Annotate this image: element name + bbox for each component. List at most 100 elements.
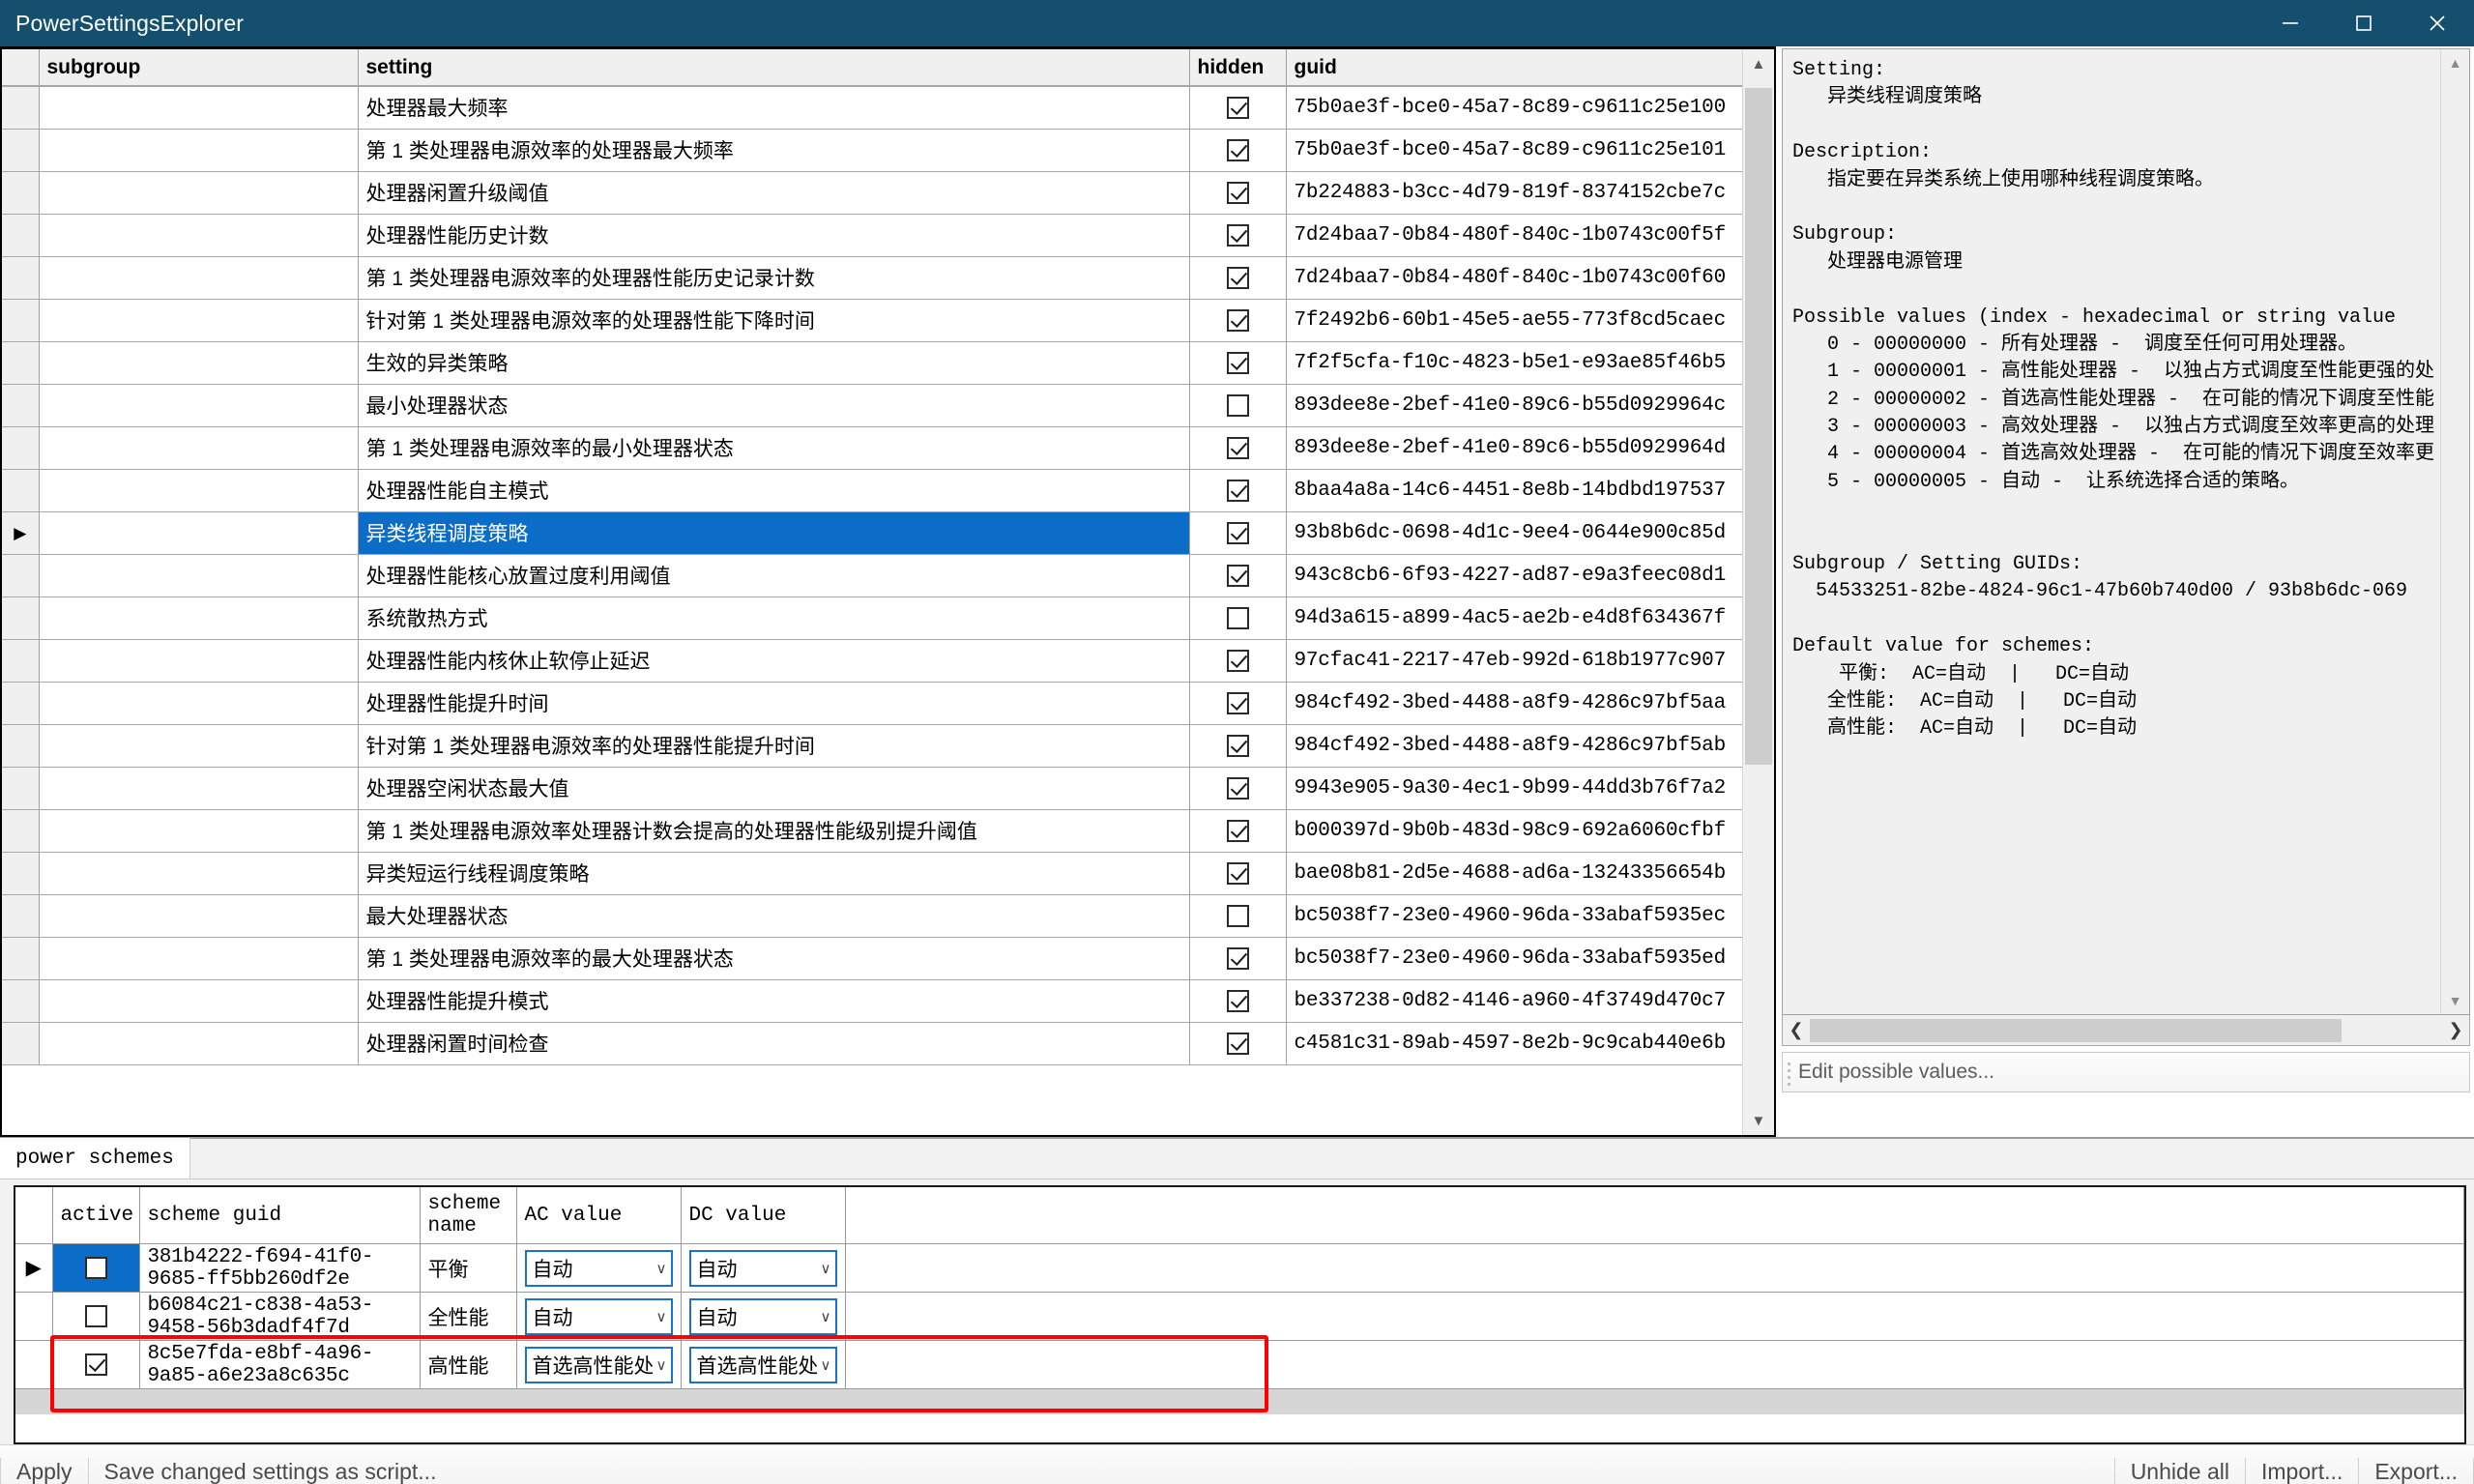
checkbox-checked-icon[interactable] <box>1226 479 1249 502</box>
table-row[interactable]: 第 1 类处理器电源效率的处理器最大频率 75b0ae3f-bce0-45a7-8… <box>2 129 1742 172</box>
cell-subgroup[interactable] <box>39 809 359 853</box>
table-row[interactable]: 第 1 类处理器电源效率处理器计数会提高的处理器性能级别提升阈值 b000397d… <box>2 809 1742 853</box>
table-row[interactable]: 针对第 1 类处理器电源效率的处理器性能提升时间 984cf492-3bed-44… <box>2 724 1742 768</box>
checkbox-checked-icon[interactable] <box>1226 691 1249 714</box>
checkbox-checked-icon[interactable] <box>1226 181 1249 204</box>
cell-hidden[interactable] <box>1189 129 1287 172</box>
cell-hidden[interactable] <box>1189 384 1287 427</box>
cell-hidden[interactable] <box>1189 511 1287 555</box>
row-selector-cell[interactable] <box>2 639 40 683</box>
checkbox-checked-icon[interactable] <box>84 1353 107 1377</box>
row-selector-cell[interactable]: ▶ <box>2 511 40 555</box>
cell-subgroup[interactable] <box>39 426 359 470</box>
row-selector-cell[interactable] <box>2 426 40 470</box>
details-scroll-up-icon[interactable]: ▲ <box>2441 49 2469 76</box>
cell-setting[interactable]: 处理器性能自主模式 <box>358 469 1190 512</box>
cell-setting[interactable]: 第 1 类处理器电源效率的处理器最大频率 <box>358 129 1190 172</box>
cell-hidden[interactable] <box>1189 256 1287 300</box>
cell-hidden[interactable] <box>1189 597 1287 640</box>
ac-value-dropdown[interactable]: 自动 ∨ <box>524 1297 673 1335</box>
scheme-active-cell[interactable] <box>52 1340 140 1389</box>
checkbox-checked-icon[interactable] <box>1226 97 1249 120</box>
scheme-row-selector[interactable]: ▶ <box>15 1243 53 1293</box>
minimize-button[interactable] <box>2254 0 2327 46</box>
row-selector-cell[interactable] <box>2 809 40 853</box>
cell-subgroup[interactable] <box>39 554 359 597</box>
table-row[interactable]: ▶ 异类线程调度策略 93b8b6dc-0698-4d1c-9ee4-0644e90… <box>2 511 1742 555</box>
cell-subgroup[interactable] <box>39 86 359 130</box>
cell-setting[interactable]: 处理器性能提升时间 <box>358 682 1190 725</box>
cell-setting[interactable]: 异类短运行线程调度策略 <box>358 852 1190 895</box>
cell-guid[interactable]: 893dee8e-2bef-41e0-89c6-b55d0929964d <box>1286 426 1742 470</box>
cell-guid[interactable]: 93b8b6dc-0698-4d1c-9ee4-0644e900c85d <box>1286 511 1742 555</box>
table-row[interactable]: 处理器性能内核休止软停止延迟 97cfac41-2217-47eb-992d-61… <box>2 639 1742 683</box>
table-row[interactable]: 处理器性能历史计数 7d24baa7-0b84-480f-840c-1b0743c… <box>2 214 1742 257</box>
table-row[interactable]: 生效的异类策略 7f2f5cfa-f10c-4823-b5e1-e93ae85f4… <box>2 341 1742 385</box>
export-button[interactable]: Export... <box>2359 1459 2473 1484</box>
cell-hidden[interactable] <box>1189 809 1287 853</box>
ac-value-cell[interactable]: 首选高性能处理器∨ <box>516 1340 682 1389</box>
scheme-guid-cell[interactable]: 8c5e7fda-e8bf-4a96-9a85-a6e23a8c635c <box>139 1340 421 1389</box>
cell-hidden[interactable] <box>1189 171 1287 215</box>
cell-hidden[interactable] <box>1189 214 1287 257</box>
checkbox-checked-icon[interactable] <box>1226 308 1249 332</box>
cell-guid[interactable]: b000397d-9b0b-483d-98c9-692a6060cfbf <box>1286 809 1742 853</box>
grid-header-setting[interactable]: setting <box>358 49 1190 87</box>
checkbox-checked-icon[interactable] <box>1226 351 1249 374</box>
cell-hidden[interactable] <box>1189 979 1287 1023</box>
cell-guid[interactable]: be337238-0d82-4146-a960-4f3749d470c7 <box>1286 979 1742 1023</box>
cell-guid[interactable]: 7d24baa7-0b84-480f-840c-1b0743c00f5f <box>1286 214 1742 257</box>
checkbox-checked-icon[interactable] <box>1226 946 1249 970</box>
cell-guid[interactable]: 94d3a615-a899-4ac5-ae2b-e4d8f634367f <box>1286 597 1742 640</box>
table-row[interactable]: 处理器性能提升模式 be337238-0d82-4146-a960-4f3749d… <box>2 979 1742 1023</box>
row-selector-cell[interactable] <box>2 214 40 257</box>
row-selector-cell[interactable] <box>2 384 40 427</box>
cell-setting[interactable]: 系统散热方式 <box>358 597 1190 640</box>
ac-value-cell[interactable]: 自动 ∨ <box>516 1243 682 1293</box>
scheme-row[interactable]: 8c5e7fda-e8bf-4a96-9a85-a6e23a8c635c 高性能首… <box>15 1340 2464 1389</box>
table-row[interactable]: 系统散热方式 94d3a615-a899-4ac5-ae2b-e4d8f63436… <box>2 597 1742 640</box>
checkbox-unchecked-icon[interactable] <box>1226 904 1249 927</box>
cell-hidden[interactable] <box>1189 894 1287 938</box>
cell-setting[interactable]: 处理器性能历史计数 <box>358 214 1190 257</box>
row-selector-cell[interactable] <box>2 129 40 172</box>
cell-hidden[interactable] <box>1189 767 1287 810</box>
apply-button[interactable]: Apply <box>1 1459 88 1484</box>
edit-possible-values-button[interactable]: Edit possible values... <box>1781 1052 2470 1092</box>
cell-setting[interactable]: 第 1 类处理器电源效率的最小处理器状态 <box>358 426 1190 470</box>
grid-header-hidden[interactable]: hidden <box>1189 49 1287 87</box>
cell-guid[interactable]: 75b0ae3f-bce0-45a7-8c89-c9611c25e100 <box>1286 86 1742 130</box>
dc-value-cell[interactable]: 自动 ∨ <box>681 1292 846 1341</box>
details-scroll-down-icon[interactable]: ▼ <box>2441 987 2469 1014</box>
cell-setting[interactable]: 处理器性能内核休止软停止延迟 <box>358 639 1190 683</box>
checkbox-checked-icon[interactable] <box>1226 1032 1249 1055</box>
cell-setting[interactable]: 第 1 类处理器电源效率的处理器性能历史记录计数 <box>358 256 1190 300</box>
cell-hidden[interactable] <box>1189 554 1287 597</box>
cell-hidden[interactable] <box>1189 724 1287 768</box>
cell-guid[interactable]: bc5038f7-23e0-4960-96da-33abaf5935ed <box>1286 937 1742 980</box>
schemes-header-name[interactable]: scheme name <box>420 1187 517 1244</box>
cell-setting[interactable]: 异类线程调度策略 <box>358 511 1190 555</box>
cell-subgroup[interactable] <box>39 724 359 768</box>
cell-subgroup[interactable] <box>39 682 359 725</box>
cell-subgroup[interactable] <box>39 511 359 555</box>
cell-subgroup[interactable] <box>39 937 359 980</box>
cell-subgroup[interactable] <box>39 979 359 1023</box>
cell-guid[interactable]: bc5038f7-23e0-4960-96da-33abaf5935ec <box>1286 894 1742 938</box>
cell-subgroup[interactable] <box>39 384 359 427</box>
row-selector-cell[interactable] <box>2 256 40 300</box>
checkbox-checked-icon[interactable] <box>1226 734 1249 757</box>
cell-guid[interactable]: 893dee8e-2bef-41e0-89c6-b55d0929964c <box>1286 384 1742 427</box>
details-scroll-track[interactable] <box>2441 76 2469 987</box>
checkbox-checked-icon[interactable] <box>1226 989 1249 1012</box>
row-selector-cell[interactable] <box>2 682 40 725</box>
cell-setting[interactable]: 最小处理器状态 <box>358 384 1190 427</box>
details-scroll-left-icon[interactable]: ❮ <box>1783 1020 1810 1040</box>
details-hscroll-thumb[interactable] <box>1809 1018 2342 1042</box>
table-row[interactable]: 第 1 类处理器电源效率的最小处理器状态 893dee8e-2bef-41e0-8… <box>2 426 1742 470</box>
grid-header-subgroup[interactable]: subgroup <box>39 49 359 87</box>
cell-guid[interactable]: c4581c31-89ab-4597-8e2b-9c9cab440e6b <box>1286 1022 1742 1065</box>
scheme-name-cell[interactable]: 高性能 <box>420 1340 517 1389</box>
cell-setting[interactable]: 最大处理器状态 <box>358 894 1190 938</box>
cell-guid[interactable]: 75b0ae3f-bce0-45a7-8c89-c9611c25e101 <box>1286 129 1742 172</box>
